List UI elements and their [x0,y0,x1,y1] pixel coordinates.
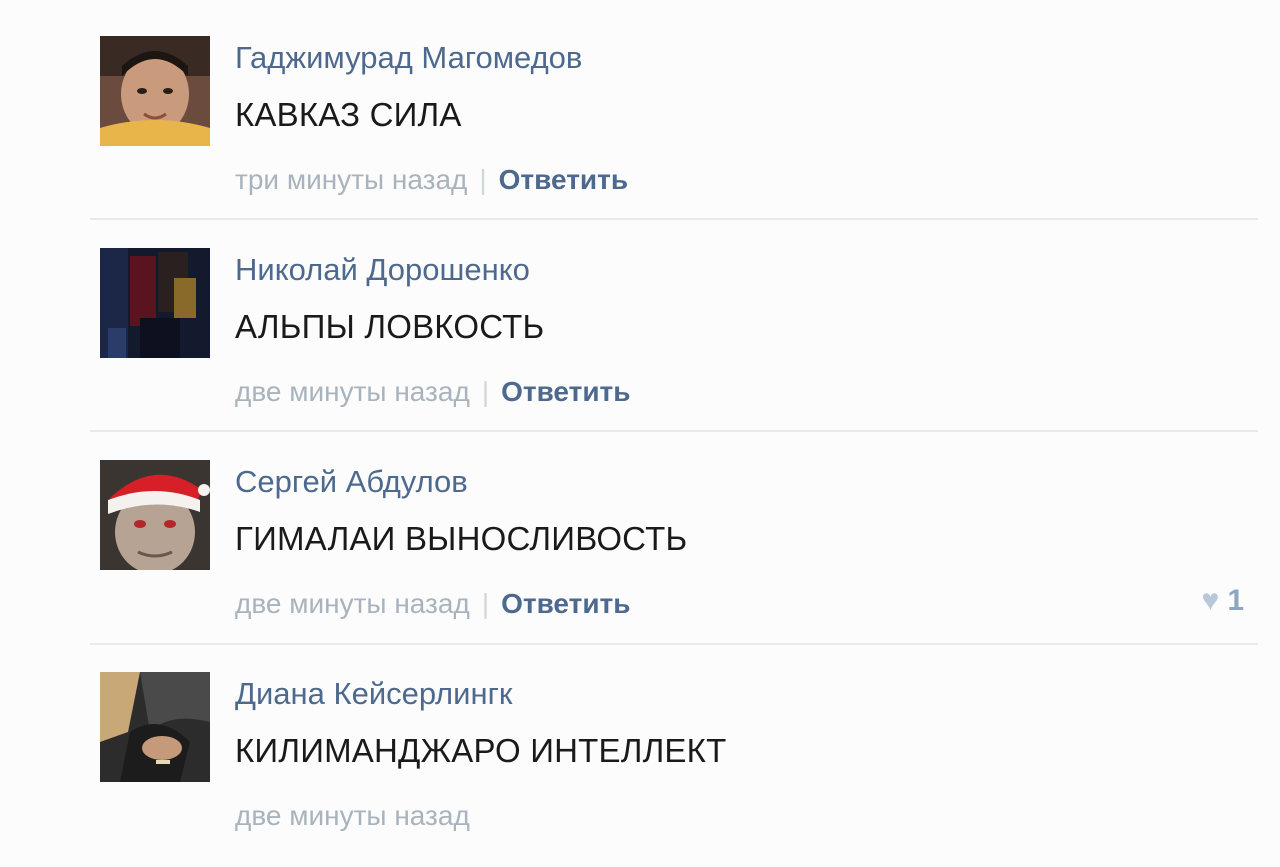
comment-author-link[interactable]: Сергей Абдулов [235,464,468,500]
comment-meta: две минуты назад [235,800,470,832]
reply-link[interactable]: Ответить [501,588,630,619]
comment-author-link[interactable]: Гаджимурад Магомедов [235,40,582,76]
comment-item: Гаджимурад Магомедов КАВКАЗ СИЛА три мин… [100,36,1260,248]
avatar[interactable] [100,672,210,782]
comment-item: Сергей Абдулов ГИМАЛАИ ВЫНОСЛИВОСТЬ две … [100,460,1260,672]
avatar[interactable] [100,248,210,358]
heart-icon: ♥ [1201,584,1220,617]
comment-timestamp[interactable]: две минуты назад [235,800,470,831]
reply-link[interactable]: Ответить [499,164,628,195]
comment-text: КИЛИМАНДЖАРО ИНТЕЛЛЕКТ [235,732,727,769]
comment-timestamp[interactable]: две минуты назад [235,376,470,407]
comment-text: ГИМАЛАИ ВЫНОСЛИВОСТЬ [235,520,688,557]
avatar-image [100,460,210,570]
reply-link[interactable]: Ответить [501,376,630,407]
avatar-image [100,672,210,782]
comment-meta: две минуты назад | Ответить [235,376,630,408]
meta-separator: | [481,588,490,619]
comment-divider [90,643,1258,645]
comment-item: Диана Кейсерлингк КИЛИМАНДЖАРО ИНТЕЛЛЕКТ… [100,672,1260,867]
like-button[interactable]: ♥ 1 [1202,584,1245,618]
comment-divider [90,218,1258,220]
comment-item: Николай Дорошенко АЛЬПЫ ЛОВКОСТЬ две мин… [100,248,1260,460]
comment-timestamp[interactable]: две минуты назад [235,588,470,619]
comment-timestamp[interactable]: три минуты назад [235,164,467,195]
avatar[interactable] [100,36,210,146]
comment-divider [90,430,1258,432]
comments-page: Гаджимурад Магомедов КАВКАЗ СИЛА три мин… [0,0,1280,867]
comment-text: КАВКАЗ СИЛА [235,96,462,133]
meta-separator: | [479,164,487,195]
avatar[interactable] [100,460,210,570]
comment-meta: три минуты назад | Ответить [235,164,628,196]
comment-author-link[interactable]: Диана Кейсерлингк [235,676,512,712]
like-count: 1 [1227,584,1244,617]
avatar-image [100,248,210,358]
comment-text: АЛЬПЫ ЛОВКОСТЬ [235,308,545,345]
avatar-image [100,36,210,146]
meta-separator: | [481,376,490,407]
comment-meta: две минуты назад | Ответить [235,588,630,620]
comment-author-link[interactable]: Николай Дорошенко [235,252,530,288]
